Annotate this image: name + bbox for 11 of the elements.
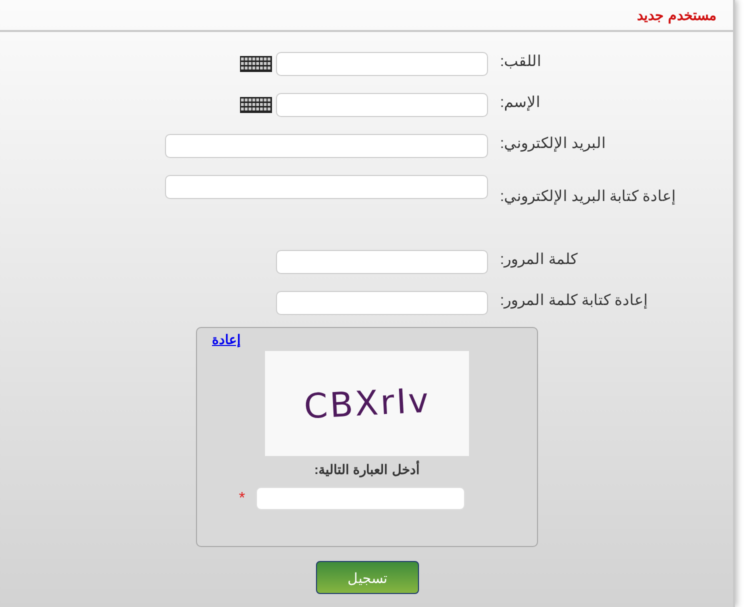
field-label: إعادة كتابة البريد الإلكتروني: <box>500 187 676 207</box>
page-title: مستخدم جديد <box>637 7 717 23</box>
captcha-text: CBXrIv <box>302 380 432 427</box>
captcha-instruction: أدخل العبارة التالية: <box>314 462 420 477</box>
field-label: الإسم: <box>500 93 540 113</box>
field-label: البريد الإلكتروني: <box>500 134 606 154</box>
field-label: كلمة المرور: <box>500 250 578 270</box>
field-label: اللقب: <box>500 52 542 72</box>
refresh-link[interactable]: إعادة <box>212 332 241 347</box>
required-mark: * <box>238 490 246 508</box>
field-label: إعادة كتابة كلمة المرور: <box>500 291 648 311</box>
